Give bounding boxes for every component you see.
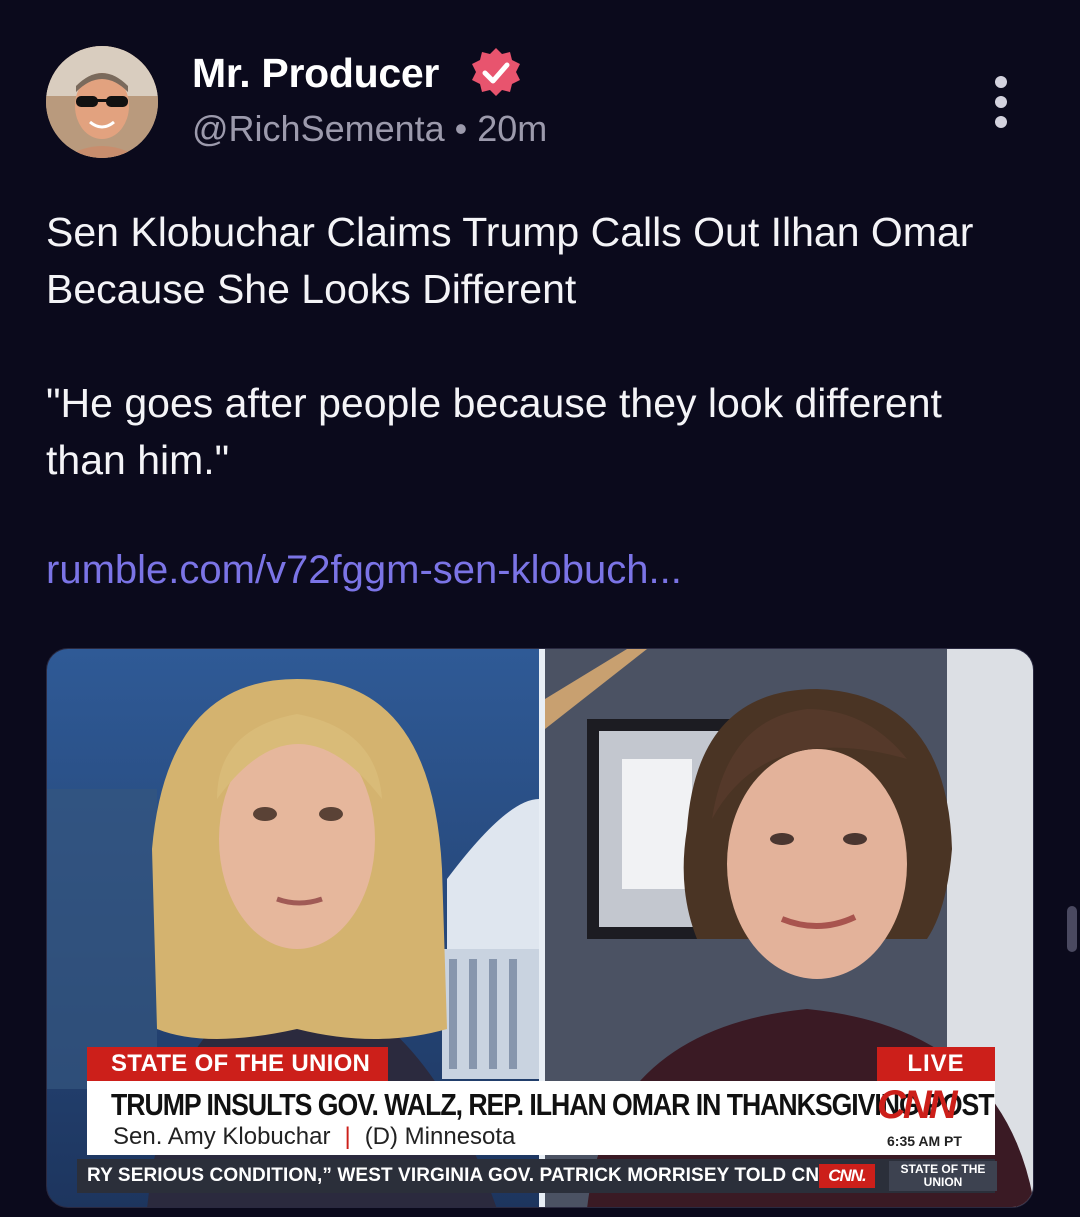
author-avatar[interactable]: [46, 46, 158, 158]
guest-separator: |: [344, 1123, 351, 1150]
ticker-text: RY SERIOUS CONDITION,” WEST VIRGINIA GOV…: [87, 1165, 839, 1186]
guest-party: (D) Minnesota: [364, 1123, 516, 1150]
chyron-headline: TRUMP INSULTS GOV. WALZ, REP. ILHAN OMAR…: [111, 1087, 995, 1122]
author-handle[interactable]: @RichSementa: [192, 108, 445, 149]
guest-name: Sen. Amy Klobuchar: [113, 1123, 331, 1150]
video-thumbnail[interactable]: STATE OF THE UNION LIVE TRUMP INSULTS GO…: [46, 648, 1034, 1208]
broadcast-time: 6:35 AM PT: [887, 1133, 962, 1149]
meta-separator: •: [454, 108, 468, 149]
avatar-photo: [46, 46, 158, 158]
ticker-cnn-logo: CNN.: [819, 1164, 875, 1188]
post-card: Mr. Producer @RichSementa • 20m Sen Klobuc…: [0, 0, 1080, 1217]
live-badge: LIVE: [877, 1047, 995, 1081]
author-name[interactable]: Mr. Producer: [192, 50, 439, 97]
chyron: TRUMP INSULTS GOV. WALZ, REP. ILHAN OMAR…: [87, 1081, 995, 1155]
news-ticker: RY SERIOUS CONDITION,” WEST VIRGINIA GOV…: [77, 1159, 997, 1193]
cnn-logo: CNN: [877, 1083, 958, 1127]
post-title: Sen Klobuchar Claims Trump Calls Out Ilh…: [46, 209, 974, 312]
post-quote: "He goes after people because they look …: [46, 380, 942, 483]
ticker-show-logo: STATE OF THE UNION: [889, 1161, 997, 1191]
post-time[interactable]: 20m: [477, 108, 547, 149]
show-tag: STATE OF THE UNION: [87, 1047, 389, 1081]
verified-badge-icon: [472, 48, 520, 96]
more-options-icon[interactable]: [990, 76, 1012, 128]
post-link[interactable]: rumble.com/v72fggm-sen-klobuch...: [46, 548, 682, 593]
author-meta: @RichSementa • 20m: [192, 108, 547, 150]
chyron-guest: Sen. Amy Klobuchar | (D) Minnesota: [113, 1123, 515, 1151]
scrollbar-thumb[interactable]: [1067, 906, 1077, 952]
